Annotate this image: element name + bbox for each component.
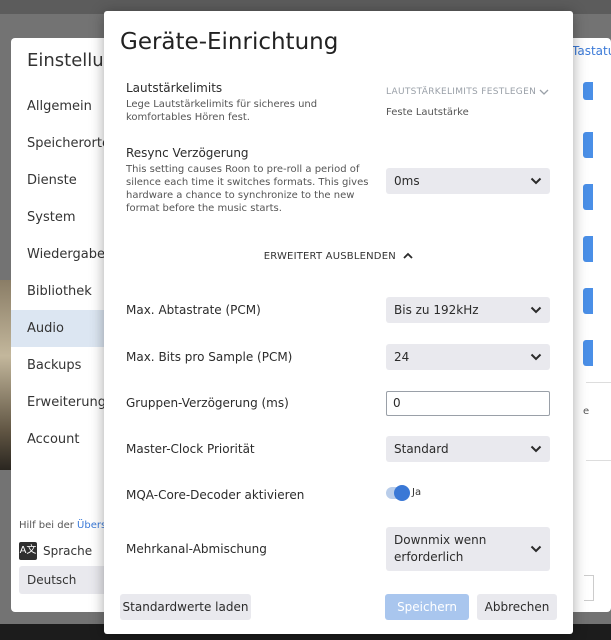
max-bits-label: Max. Bits pro Sample (PCM) <box>126 350 293 364</box>
chevron-up-icon <box>403 252 413 259</box>
master-clock-label: Master-Clock Priorität <box>126 442 255 456</box>
load-defaults-button[interactable]: Standardwerte laden <box>120 594 251 620</box>
mqa-core-state: Ja <box>412 487 422 498</box>
input-fragment[interactable] <box>584 575 594 601</box>
multichannel-value: Downmix wenn erforderlich <box>394 533 487 564</box>
collapse-advanced-label: ERWEITERT AUSBLENDEN <box>263 251 396 262</box>
blue-button-fragment[interactable] <box>583 82 593 100</box>
mqa-core-toggle[interactable] <box>386 485 410 501</box>
set-volume-limits-button[interactable]: LAUTSTÄRKELIMITS FESTLEGEN <box>386 87 549 97</box>
collapse-advanced-toggle[interactable]: ERWEITERT AUSBLENDEN <box>104 251 573 262</box>
cancel-button[interactable]: Abbrechen <box>477 594 557 620</box>
device-setup-dialog: Geräte-Einrichtung Lautstärkelimits Lege… <box>104 11 573 634</box>
volume-limits-value: Feste Lautstärke <box>386 107 469 118</box>
divider <box>586 382 611 383</box>
text-fragment: e <box>583 406 590 417</box>
resync-description: This setting causes Roon to pre-roll a p… <box>126 164 369 214</box>
toggle-knob <box>394 485 410 501</box>
master-clock-value: Standard <box>394 442 449 456</box>
blue-button-fragment[interactable] <box>583 340 593 366</box>
chevron-down-icon <box>530 545 542 553</box>
max-samplerate-label: Max. Abtastrate (PCM) <box>126 303 261 317</box>
set-volume-limits-label: LAUTSTÄRKELIMITS FESTLEGEN <box>386 87 537 97</box>
translate-icon: A文 <box>19 542 37 560</box>
chevron-down-icon <box>530 306 542 314</box>
volume-limits-description: Lege Lautstärkelimits für sicheres und k… <box>126 99 318 123</box>
multichannel-select[interactable]: Downmix wenn erforderlich <box>386 527 550 571</box>
keyboard-link[interactable]: Tastatur <box>572 44 611 58</box>
chevron-down-icon <box>530 353 542 361</box>
language-select[interactable]: Deutsch <box>19 566 107 594</box>
language-row: A文 Sprache <box>19 542 92 560</box>
blue-button-fragment[interactable] <box>583 236 593 262</box>
dialog-title: Geräte-Einrichtung <box>120 29 339 55</box>
mqa-core-label: MQA-Core-Decoder aktivieren <box>126 488 305 502</box>
divider <box>586 460 611 461</box>
multichannel-label: Mehrkanal-Abmischung <box>126 542 267 556</box>
resync-label: Resync Verzögerung <box>126 146 249 160</box>
resync-value: 0ms <box>394 174 420 188</box>
master-clock-select[interactable]: Standard <box>386 436 550 462</box>
save-button[interactable]: Speichern <box>385 594 469 620</box>
blue-button-fragment[interactable] <box>583 288 593 314</box>
chevron-down-icon <box>530 177 542 185</box>
group-delay-input[interactable]: 0 <box>386 391 550 416</box>
max-samplerate-value: Bis zu 192kHz <box>394 303 479 317</box>
max-bits-select[interactable]: 24 <box>386 344 550 370</box>
chevron-down-icon <box>530 445 542 453</box>
max-bits-value: 24 <box>394 350 410 364</box>
blue-button-fragment[interactable] <box>583 132 593 158</box>
max-samplerate-select[interactable]: Bis zu 192kHz <box>386 297 550 323</box>
group-delay-label: Gruppen-Verzögerung (ms) <box>126 396 289 410</box>
chevron-down-icon <box>539 89 549 95</box>
help-prefix: Hilf bei der <box>19 520 78 531</box>
volume-limits-label: Lautstärkelimits <box>126 81 223 95</box>
blue-button-fragment[interactable] <box>583 184 593 210</box>
language-label: Sprache <box>43 544 93 558</box>
resync-select[interactable]: 0ms <box>386 168 550 194</box>
